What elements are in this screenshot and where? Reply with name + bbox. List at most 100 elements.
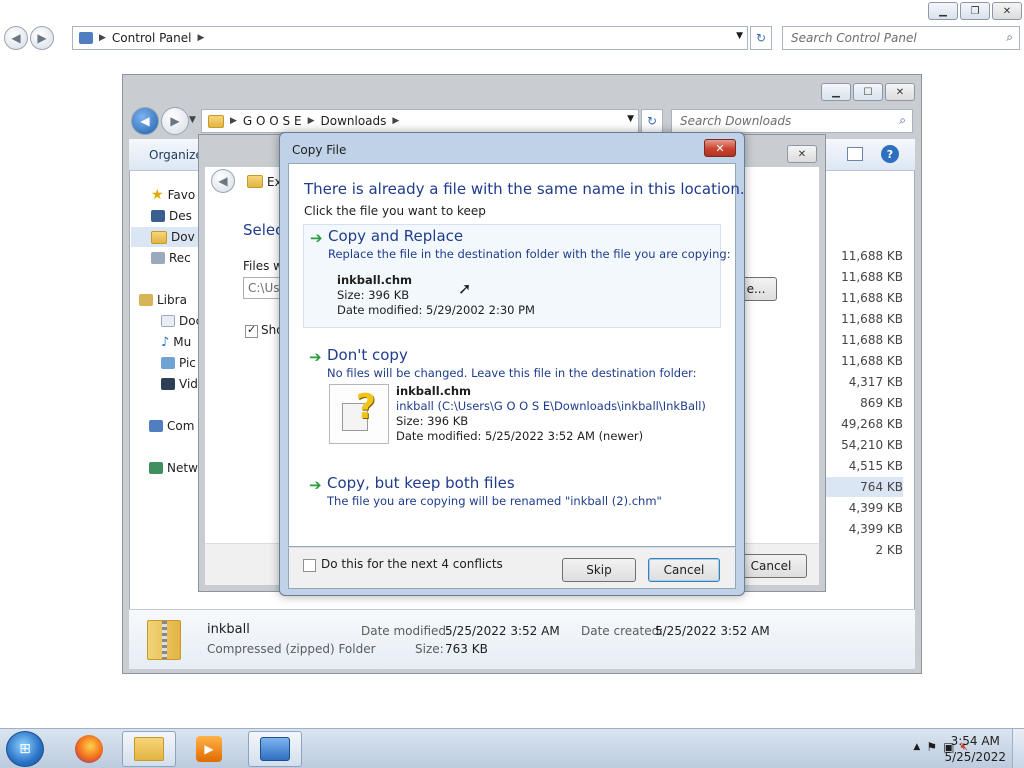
search-placeholder: Search Downloads	[680, 114, 792, 128]
keep-both-option[interactable]: ➔ Copy, but keep both files The file you…	[303, 472, 721, 518]
clock-time: 3:54 AM	[950, 734, 1000, 748]
close-button[interactable]: ✕	[885, 83, 915, 101]
nav-libraries[interactable]: Libra	[139, 290, 187, 310]
cancel-button[interactable]: Cancel	[648, 558, 720, 582]
back-arrow-icon: ◀	[218, 174, 228, 188]
dont-copy-option[interactable]: ➔ Don't copy No files will be changed. L…	[303, 344, 721, 454]
taskbar-media-player[interactable]: ▶	[182, 731, 236, 767]
documents-icon	[161, 315, 175, 327]
address-dropdown-icon[interactable]: ▼	[736, 31, 743, 41]
action-center-flag-icon[interactable]: ⚑	[926, 740, 937, 754]
organize-menu[interactable]: Organize	[149, 148, 203, 162]
videos-icon	[161, 378, 175, 390]
search-icon: ⌕	[899, 113, 906, 127]
nav-recent-places[interactable]: Rec	[151, 248, 191, 268]
file-size: 11,688 KB	[841, 312, 903, 326]
nav-videos[interactable]: Vid	[161, 374, 198, 394]
breadcrumb-downloads[interactable]: Downloads	[321, 114, 387, 128]
control-panel-address-bar[interactable]: ▶ Control Panel ▶ ▼	[72, 26, 748, 50]
breadcrumb-separator-icon: ▶	[197, 33, 205, 43]
zip-folder-icon	[147, 620, 181, 660]
restore-button[interactable]: ❐	[960, 2, 990, 20]
details-created-label: Date created:	[581, 624, 664, 638]
show-files-checkbox[interactable]: ✓	[245, 323, 258, 338]
nav-computer[interactable]: Com	[149, 416, 194, 436]
skip-button[interactable]: Skip	[562, 558, 636, 582]
nav-label: Favo	[167, 188, 196, 202]
zip-folder-icon	[247, 175, 263, 188]
show-desktop-button[interactable]	[1012, 729, 1024, 768]
music-icon: ♪	[161, 334, 170, 350]
address-text: Control Panel	[111, 31, 192, 45]
nav-network[interactable]: Netw	[149, 458, 198, 478]
help-icon[interactable]: ?	[881, 145, 899, 163]
close-button[interactable]: ✕	[992, 2, 1022, 20]
nav-documents[interactable]: Doc	[161, 311, 202, 331]
extract-cancel-button[interactable]: Cancel	[735, 554, 807, 578]
preview-pane-icon[interactable]	[847, 147, 863, 161]
forward-arrow-icon: ▶	[170, 114, 180, 128]
nav-label: Pic	[179, 356, 196, 370]
network-icon	[149, 462, 163, 474]
details-pane: inkball Compressed (zipped) Folder Date …	[129, 609, 915, 669]
green-arrow-icon: ➔	[309, 348, 322, 366]
recent-places-icon	[151, 252, 165, 264]
apply-to-all-checkbox[interactable]	[303, 559, 316, 572]
copy-file-dialog: Copy File ✕ There is already a file with…	[279, 132, 745, 596]
refresh-button[interactable]: ↻	[750, 26, 772, 50]
control-panel-icon	[260, 737, 290, 761]
maximize-button[interactable]: ☐	[853, 83, 883, 101]
start-button[interactable]: ⊞	[6, 731, 44, 767]
refresh-button[interactable]: ↻	[641, 109, 663, 133]
option-description: No files will be changed. Leave this fil…	[327, 366, 697, 380]
firefox-icon	[75, 735, 103, 763]
dialog-close-button[interactable]: ✕	[704, 139, 736, 157]
address-dropdown-icon[interactable]: ▼	[627, 114, 634, 124]
taskbar-explorer[interactable]	[122, 731, 176, 767]
checkmark-icon: ✓	[247, 323, 257, 336]
conflict-heading: There is already a file with the same na…	[304, 180, 745, 198]
back-arrow-icon: ◀	[11, 31, 21, 45]
breadcrumb-separator-icon: ▶	[99, 33, 106, 43]
option-title: Don't copy	[327, 346, 408, 364]
nav-music[interactable]: ♪ Mu	[161, 332, 191, 352]
nav-downloads[interactable]: Dov	[131, 227, 199, 247]
copy-and-replace-option[interactable]: ➔ Copy and Replace Replace the file in t…	[303, 224, 731, 328]
clock[interactable]: 3:54 AM 5/25/2022	[944, 733, 1006, 765]
recent-pages-dropdown-icon[interactable]: ▼	[189, 115, 196, 125]
destination-input[interactable]: C:\Us	[243, 277, 283, 299]
source-modified: Date modified: 5/29/2002 2:30 PM	[337, 303, 535, 317]
file-size: 54,210 KB	[841, 438, 903, 452]
show-hidden-icons-icon[interactable]: ▲	[913, 742, 920, 752]
file-size: 11,688 KB	[841, 249, 903, 263]
nav-pictures[interactable]: Pic	[161, 353, 196, 373]
back-button[interactable]: ◀	[131, 107, 159, 135]
forward-button[interactable]: ▶	[30, 26, 54, 50]
file-size-selected[interactable]: 764 KB	[823, 477, 903, 497]
desktop-icon	[151, 210, 165, 222]
minimize-button[interactable]: ▁	[821, 83, 851, 101]
breadcrumb-user[interactable]: G O O S E	[243, 114, 302, 128]
nav-label: Rec	[169, 251, 191, 265]
computer-icon	[149, 420, 163, 432]
back-button[interactable]: ◀	[4, 26, 28, 50]
control-panel-search-input[interactable]: Search Control Panel ⌕	[782, 26, 1020, 50]
taskbar-control-panel[interactable]	[248, 731, 302, 767]
breadcrumb-separator-icon: ▶	[230, 116, 237, 126]
downloads-search-input[interactable]: Search Downloads ⌕	[671, 109, 913, 133]
downloads-address-bar[interactable]: ▶ G O O S E ▶ Downloads ▶ ▼	[201, 109, 639, 133]
nav-label: Netw	[167, 461, 198, 475]
close-button[interactable]: ✕	[787, 145, 817, 163]
forward-button[interactable]: ▶	[161, 107, 189, 135]
nav-label: Vid	[179, 377, 198, 391]
nav-label: Mu	[173, 335, 192, 349]
minimize-button[interactable]: ▁	[928, 2, 958, 20]
details-size-label: Size:	[415, 642, 444, 656]
nav-desktop[interactable]: Des	[151, 206, 192, 226]
nav-favorites[interactable]: ★ Favo	[151, 185, 195, 205]
details-modified-value: 5/25/2022 3:52 AM	[445, 624, 560, 638]
forward-arrow-icon: ▶	[37, 31, 47, 45]
back-button[interactable]: ◀	[211, 169, 235, 193]
taskbar-firefox[interactable]	[62, 731, 116, 767]
dialog-footer: Do this for the next 4 conflicts Skip Ca…	[288, 547, 736, 589]
